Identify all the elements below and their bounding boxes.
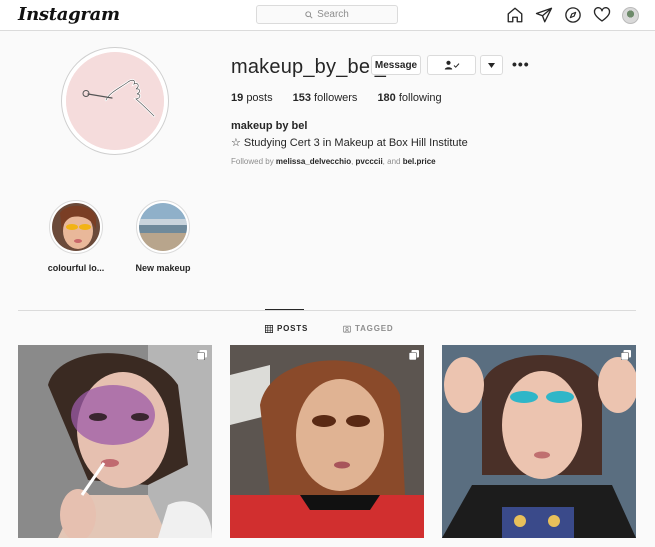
highlight-cover bbox=[52, 203, 100, 251]
explore-icon[interactable] bbox=[564, 6, 582, 24]
grid-icon bbox=[265, 324, 273, 333]
active-tab-indicator bbox=[265, 309, 304, 310]
followed-by-text[interactable]: Followed by melissa_delvecchio, pvcccii,… bbox=[231, 157, 436, 166]
profile-username: makeup_by_bel_ bbox=[231, 56, 387, 78]
more-options-icon[interactable]: ••• bbox=[512, 57, 530, 71]
instagram-logo[interactable]: Instagram bbox=[18, 4, 120, 25]
top-nav: Instagram Search bbox=[0, 0, 655, 31]
profile-full-name: makeup by bel bbox=[231, 120, 308, 132]
post-thumbnail[interactable] bbox=[230, 345, 424, 538]
story-highlight[interactable]: New makeup bbox=[120, 200, 206, 273]
multiple-photos-icon bbox=[409, 350, 419, 360]
post-thumbnail[interactable] bbox=[18, 345, 212, 538]
activity-heart-icon[interactable] bbox=[593, 6, 611, 24]
highlight-label: New makeup bbox=[135, 263, 191, 273]
search-icon bbox=[305, 10, 313, 19]
following-button[interactable] bbox=[427, 55, 476, 75]
followed-by-user[interactable]: bel.price bbox=[403, 157, 436, 166]
followed-by-user[interactable]: pvcccii bbox=[356, 157, 383, 166]
tabs-divider bbox=[18, 310, 636, 311]
triangle-down-icon bbox=[488, 62, 495, 68]
profile-picture[interactable] bbox=[61, 47, 169, 155]
multiple-photos-icon bbox=[197, 350, 207, 360]
followed-by-user[interactable]: melissa_delvecchio bbox=[276, 157, 351, 166]
highlight-label: colourful lo... bbox=[47, 263, 105, 273]
post-thumbnail[interactable] bbox=[442, 345, 636, 538]
avatar-logo bbox=[66, 52, 164, 150]
message-button[interactable]: Message bbox=[371, 55, 421, 75]
person-check-icon bbox=[444, 60, 459, 70]
search-placeholder: Search bbox=[317, 9, 349, 20]
tab-posts[interactable]: POSTS bbox=[265, 324, 308, 333]
following-count[interactable]: 180 following bbox=[377, 92, 441, 104]
search-input[interactable]: Search bbox=[256, 5, 398, 24]
tab-tagged[interactable]: TAGGED bbox=[343, 324, 393, 333]
highlight-cover bbox=[139, 203, 187, 251]
direct-icon[interactable] bbox=[535, 6, 553, 24]
home-icon[interactable] bbox=[506, 6, 524, 24]
profile-bio: ☆ Studying Cert 3 in Makeup at Box Hill … bbox=[231, 137, 468, 149]
posts-count[interactable]: 19 posts bbox=[231, 92, 273, 104]
suggestions-dropdown-button[interactable] bbox=[480, 55, 503, 75]
profile-stats: 19 posts 153 followers 180 following bbox=[231, 92, 462, 104]
tag-icon bbox=[343, 325, 351, 333]
multiple-photos-icon bbox=[621, 350, 631, 360]
story-highlight[interactable]: colourful lo... bbox=[33, 200, 119, 273]
profile-avatar[interactable] bbox=[622, 6, 639, 24]
followers-count[interactable]: 153 followers bbox=[293, 92, 358, 104]
